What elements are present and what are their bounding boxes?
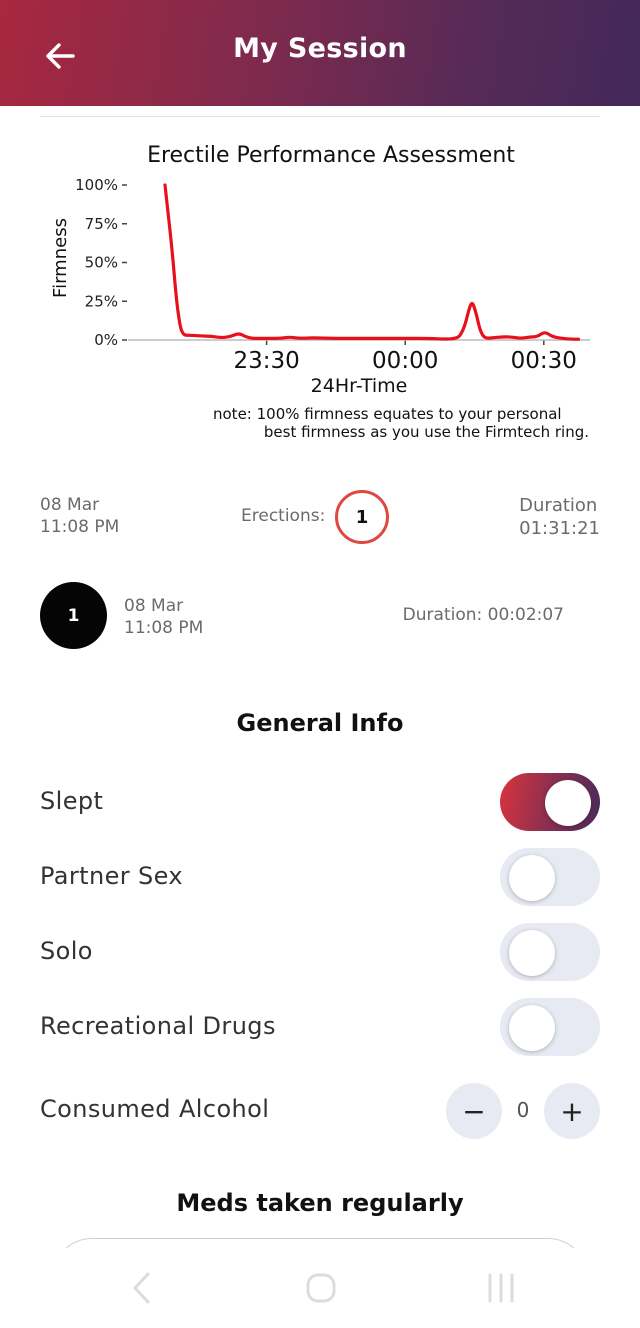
firmness-chart: Erectile Performance Assessment Firmness… (0, 130, 640, 460)
erections-count-badge: 1 (335, 490, 389, 544)
y-tick-label: 100% (75, 176, 118, 194)
system-nav-bar (0, 1248, 640, 1328)
option-row-partner-sex: Partner Sex (40, 848, 600, 908)
toggle-knob (509, 855, 555, 901)
option-row-recreational-drugs: Recreational Drugs (40, 998, 600, 1058)
x-tick-label: 23:30 (233, 348, 299, 374)
erection-date-time: 11:08 PM (124, 618, 204, 638)
chart-svg: Erectile Performance Assessment Firmness… (50, 143, 590, 441)
y-tick-label: 75% (85, 215, 118, 233)
y-tick-label: 0% (94, 331, 118, 349)
option-label-slept: Slept (40, 787, 104, 815)
y-axis: 100% 75% 50% 25% 0% (75, 176, 127, 349)
meds-title: Meds taken regularly (176, 1189, 464, 1217)
option-label-consumed-alcohol: Consumed Alcohol (40, 1095, 270, 1123)
alcohol-stepper: − 0 + (446, 1083, 600, 1139)
erection-date: 08 Mar 11:08 PM (124, 595, 203, 639)
option-row-solo: Solo (40, 923, 600, 983)
general-info-title: General Info (236, 709, 404, 737)
toggle-knob (509, 930, 555, 976)
recents-icon (488, 1273, 514, 1303)
summary-duration: Duration 01:31:21 (519, 494, 600, 540)
nav-recents-button[interactable] (477, 1268, 525, 1308)
summary-duration-value: 01:31:21 (519, 518, 600, 539)
chart-note-line2: best firmness as you use the Firmtech ri… (264, 423, 589, 441)
chart-title: Erectile Performance Assessment (147, 143, 515, 168)
app-header: My Session (0, 0, 640, 106)
alcohol-count: 0 (516, 1098, 530, 1122)
summary-duration-label: Duration (519, 495, 598, 516)
erection-date-day: 08 Mar (124, 596, 184, 616)
x-tick-label: 00:00 (372, 348, 438, 374)
erection-duration: Duration: 00:02:07 (402, 605, 564, 625)
nav-back-button[interactable] (118, 1268, 166, 1308)
erections-label: Erections: (241, 506, 326, 526)
nav-home-button[interactable] (297, 1268, 345, 1308)
chart-xlabel: 24Hr-Time (311, 375, 408, 397)
erection-number-badge: 1 (40, 582, 107, 649)
option-label-recreational-drugs: Recreational Drugs (40, 1012, 276, 1040)
recreational-drugs-toggle[interactable] (500, 998, 600, 1056)
erection-list-item[interactable]: 1 08 Mar 11:08 PM Duration: 00:02:07 (0, 582, 640, 650)
option-label-solo: Solo (40, 937, 93, 965)
slept-toggle[interactable] (500, 773, 600, 831)
toggle-knob (509, 1005, 555, 1051)
divider (40, 116, 600, 117)
y-tick-label: 25% (85, 292, 118, 310)
summary-date-day: 08 Mar (40, 495, 100, 515)
alcohol-increment-button[interactable]: + (544, 1083, 600, 1139)
alcohol-decrement-button[interactable]: − (446, 1083, 502, 1139)
option-row-consumed-alcohol: Consumed Alcohol − 0 + (40, 1083, 600, 1143)
firmness-series-line (163, 183, 581, 341)
home-circle-icon (306, 1273, 336, 1303)
x-axis: 23:30 00:00 00:30 (233, 340, 577, 374)
session-summary: 08 Mar 11:08 PM Erections: 1 Duration 01… (0, 486, 640, 550)
chart-note-line1: note: 100% firmness equates to your pers… (213, 405, 562, 423)
option-label-partner-sex: Partner Sex (40, 862, 184, 890)
solo-toggle[interactable] (500, 923, 600, 981)
x-tick-label: 00:30 (511, 348, 577, 374)
y-tick-label: 50% (85, 254, 118, 272)
chevron-left-icon (133, 1272, 150, 1304)
summary-date: 08 Mar 11:08 PM (40, 494, 119, 538)
toggle-knob (545, 780, 591, 826)
partner-sex-toggle[interactable] (500, 848, 600, 906)
summary-date-time: 11:08 PM (40, 517, 120, 537)
chart-ylabel: Firmness (50, 218, 71, 298)
page-title: My Session (233, 33, 407, 64)
option-row-slept: Slept (40, 773, 600, 833)
